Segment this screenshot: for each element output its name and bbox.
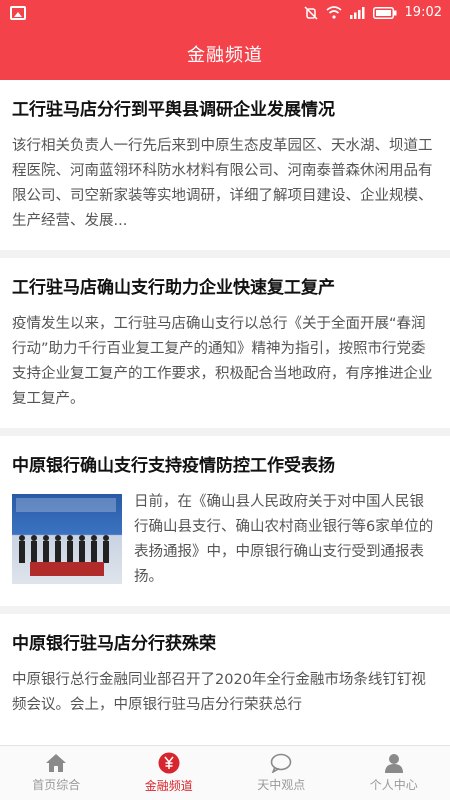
article-item[interactable]: 工行驻马店确山支行助力企业快速复工复产 疫情发生以来，工行驻马店确山支行以总行《… xyxy=(0,258,450,436)
article-item[interactable]: 工行驻马店分行到平舆县调研企业发展情况 该行相关负责人一行先后来到中原生态皮革园… xyxy=(0,80,450,258)
article-title[interactable]: 中原银行确山支行支持疫情防控工作受表扬 xyxy=(12,454,438,478)
article-item[interactable]: 中原银行驻马店分行获殊荣 中原银行总行金融同业部召开了2020年全行金融市场条线… xyxy=(0,614,450,718)
tab-viewpoint[interactable]: 天中观点 xyxy=(225,746,338,800)
tab-label: 天中观点 xyxy=(257,778,306,792)
article-body: 日前，在《确山县人民政府关于对中国人民银行确山县支行、确山农村商业银行等6家单位… xyxy=(12,490,438,590)
yuan-icon xyxy=(158,752,180,774)
tab-label: 金融频道 xyxy=(144,779,193,793)
article-summary: 日前，在《确山县人民政府关于对中国人民银行确山县支行、确山农村商业银行等6家单位… xyxy=(134,494,434,585)
battery-icon xyxy=(372,6,397,19)
tab-profile[interactable]: 个人中心 xyxy=(338,746,450,800)
tab-finance[interactable]: 金融频道 xyxy=(113,746,226,800)
status-bar: 19:02 xyxy=(0,0,450,28)
signal-icon xyxy=(349,6,365,19)
article-title[interactable]: 中原银行驻马店分行获殊荣 xyxy=(12,632,438,656)
article-summary: 疫情发生以来，工行驻马店确山支行以总行《关于全面开展“春润行动”助力千行百业复工… xyxy=(12,316,433,407)
gallery-icon xyxy=(10,6,26,20)
thumbnail-banner xyxy=(16,498,116,512)
article-list[interactable]: 工行驻马店分行到平舆县调研企业发展情况 该行相关负责人一行先后来到中原生态皮革园… xyxy=(0,80,450,745)
article-title[interactable]: 工行驻马店确山支行助力企业快速复工复产 xyxy=(12,276,438,300)
article-thumbnail[interactable] xyxy=(12,494,122,584)
bottom-tab-bar: 首页综合 金融频道 天中观点 个人中心 xyxy=(0,745,450,800)
wifi-icon xyxy=(326,6,342,19)
tab-label: 个人中心 xyxy=(369,778,418,792)
article-item[interactable]: 中原银行确山支行支持疫情防控工作受表扬 日前，在《确山县人民政府关于对中国人民银… xyxy=(0,436,450,614)
tab-home[interactable]: 首页综合 xyxy=(0,746,113,800)
app-header: 金融频道 xyxy=(0,28,450,80)
thumbnail-table xyxy=(30,562,104,576)
page-title: 金融频道 xyxy=(187,45,263,66)
home-icon xyxy=(46,754,67,772)
article-summary: 中原银行总行金融同业部召开了2020年全行金融市场条线钉钉视频会议。会上，中原银… xyxy=(12,672,426,713)
tab-label: 首页综合 xyxy=(32,778,81,792)
article-summary: 该行相关负责人一行先后来到中原生态皮革园区、天水湖、坝道工程医院、河南蓝翎环科防… xyxy=(12,138,433,229)
mute-icon xyxy=(304,5,318,20)
chat-bubble-icon xyxy=(270,753,292,773)
status-time: 19:02 xyxy=(404,5,442,20)
thumbnail-people xyxy=(19,535,109,563)
article-title[interactable]: 工行驻马店分行到平舆县调研企业发展情况 xyxy=(12,98,438,122)
status-icons: 19:02 xyxy=(304,5,442,20)
person-icon xyxy=(384,754,403,773)
